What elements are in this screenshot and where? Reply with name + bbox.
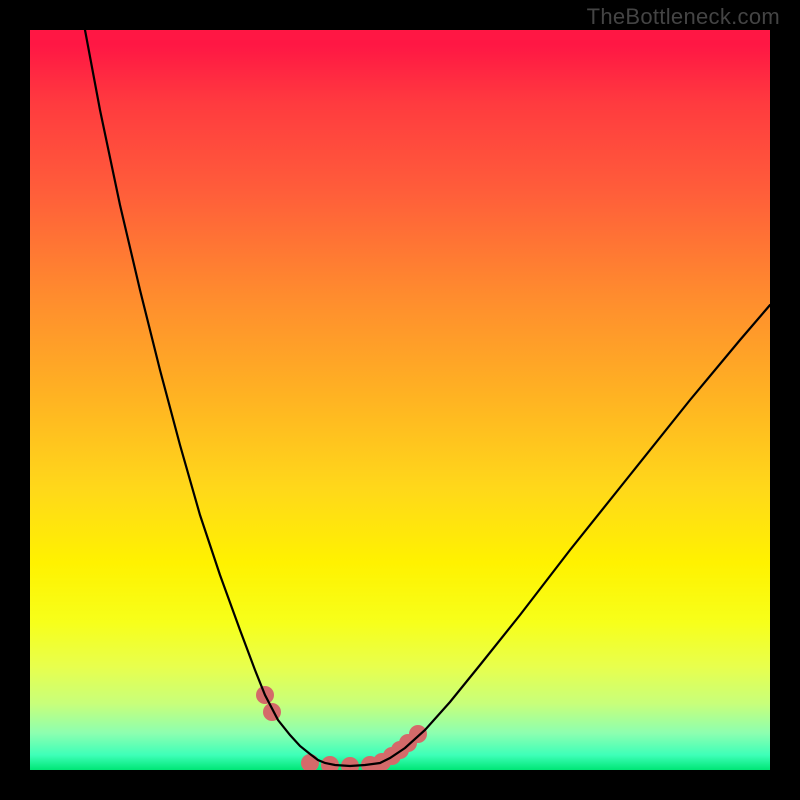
marker-dot bbox=[301, 754, 319, 770]
v-curve bbox=[85, 30, 770, 766]
marker-dots bbox=[256, 686, 427, 770]
curve-layer bbox=[30, 30, 770, 770]
marker-dot bbox=[409, 725, 427, 743]
marker-dot bbox=[341, 757, 359, 770]
frame: TheBottleneck.com bbox=[0, 0, 800, 800]
plot-area bbox=[30, 30, 770, 770]
watermark-text: TheBottleneck.com bbox=[587, 4, 780, 30]
